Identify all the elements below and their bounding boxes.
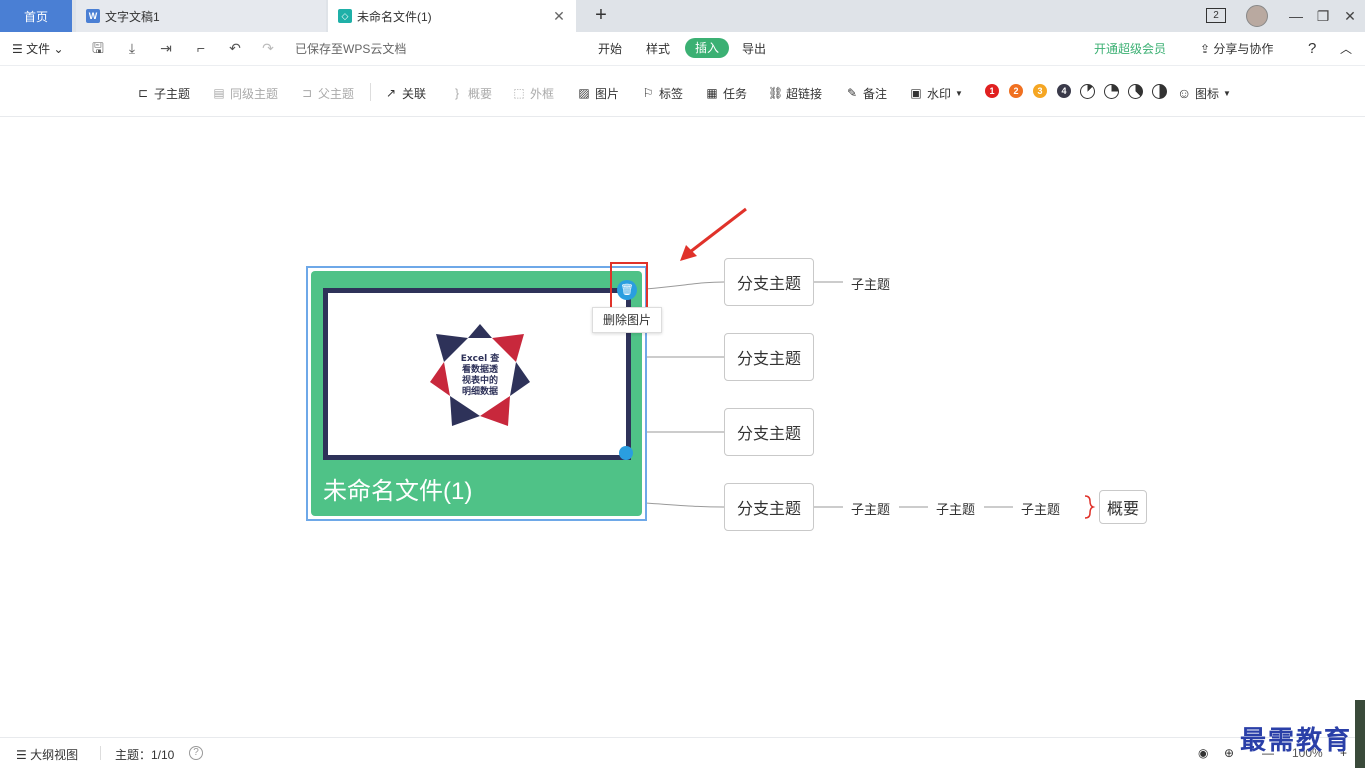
image-text-line-4: 明细数据 <box>462 385 498 397</box>
delete-image-tooltip: 删除图片 <box>592 307 662 333</box>
branch-topic-1[interactable]: 分支主题 <box>724 258 814 306</box>
star-point <box>468 324 492 338</box>
side-scroll-handle[interactable] <box>1355 700 1365 768</box>
central-topic[interactable]: Excel 查 看数据透 视表中的 明细数据 未命名文件(1) <box>306 266 647 521</box>
watermark-logo: 最需教育 <box>1240 726 1353 756</box>
subtopic-4-2[interactable]: 子主题 <box>936 499 975 518</box>
connector-lines <box>644 207 1096 519</box>
topic-image[interactable]: Excel 查 看数据透 视表中的 明细数据 <box>323 288 631 460</box>
branch-topic-2[interactable]: 分支主题 <box>724 333 814 381</box>
topic-count: 主题：1/10 <box>115 748 175 762</box>
connector-branch-1 <box>644 281 725 290</box>
eye-icon[interactable]: ◉ <box>1198 746 1208 760</box>
image-text-line-2: 看数据透 <box>462 363 499 375</box>
subtopic-4-1[interactable]: 子主题 <box>851 499 890 518</box>
status-bar: ☰ 大纲视图 主题：1/10 ? ◉ ⊕ — 100% + <box>0 737 1365 768</box>
help-icon[interactable]: ? <box>189 746 203 760</box>
image-resize-handle[interactable] <box>619 446 633 460</box>
subtopic-4-3[interactable]: 子主题 <box>1021 499 1060 518</box>
status-divider <box>100 746 101 760</box>
image-text-line-1: Excel 查 <box>461 352 501 364</box>
star-logo-image: Excel 查 看数据透 视表中的 明细数据 <box>430 324 530 426</box>
connector-branch-4 <box>644 502 725 508</box>
subtopic-1[interactable]: 子主题 <box>851 274 890 293</box>
locate-icon[interactable]: ⊕ <box>1224 746 1234 760</box>
list-icon: ☰ <box>16 748 31 762</box>
outline-view-button[interactable]: ☰ 大纲视图 <box>16 746 78 763</box>
summary-brace <box>1084 495 1096 519</box>
central-topic-title: 未命名文件(1) <box>323 478 473 505</box>
annotation-arrow-shaft <box>689 207 747 254</box>
branch-topic-4[interactable]: 分支主题 <box>724 483 814 531</box>
image-text-line-3: 视表中的 <box>462 374 498 386</box>
summary-topic[interactable]: 概要 <box>1099 490 1147 524</box>
branch-topic-3[interactable]: 分支主题 <box>724 408 814 456</box>
outline-view-label: 大纲视图 <box>30 748 79 762</box>
